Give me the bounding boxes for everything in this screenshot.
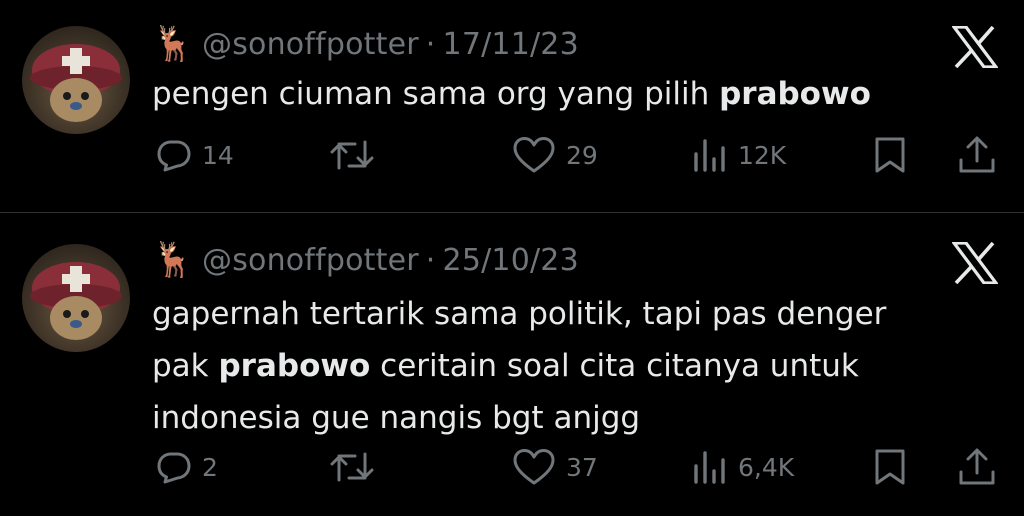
retweet-icon xyxy=(330,449,374,485)
retweet-button[interactable] xyxy=(330,445,384,489)
reply-count: 2 xyxy=(202,452,218,482)
share-icon xyxy=(958,136,996,174)
like-button[interactable]: 37 xyxy=(512,445,598,489)
bookmark-button[interactable] xyxy=(872,445,908,489)
share-button[interactable] xyxy=(958,445,996,489)
retweet-icon xyxy=(330,137,374,173)
tweet-text-part: pengen ciuman sama org yang pilih xyxy=(152,76,720,112)
avatar[interactable] xyxy=(22,26,130,134)
deer-emoji: 🦌 xyxy=(152,240,195,280)
action-bar: 14 29 12K xyxy=(0,133,1024,177)
tweet-date[interactable]: 17/11/23 xyxy=(443,27,579,62)
bookmark-icon xyxy=(872,136,908,174)
tweet-divider xyxy=(0,212,1024,213)
like-count: 37 xyxy=(566,452,598,482)
separator-dot: · xyxy=(425,26,436,62)
share-button[interactable] xyxy=(958,133,996,177)
tweet-header: 🦌 @sonoffpotter · 25/10/23 xyxy=(152,238,579,282)
action-bar: 2 37 6,4K xyxy=(0,445,1024,489)
views-button[interactable]: 6,4K xyxy=(692,445,794,489)
heart-icon xyxy=(512,136,556,174)
like-button[interactable]: 29 xyxy=(512,133,598,177)
reply-icon xyxy=(156,137,192,173)
views-icon xyxy=(692,449,728,485)
tweet-text-highlight: prabowo xyxy=(719,76,871,112)
deer-emoji: 🦌 xyxy=(152,24,195,64)
tweet-date[interactable]: 25/10/23 xyxy=(443,243,579,278)
reply-count: 14 xyxy=(202,140,234,170)
tweet-text: gapernah tertarik sama politik, tapi pas… xyxy=(152,288,952,444)
tweet-text-highlight: prabowo xyxy=(218,348,371,384)
views-icon xyxy=(692,137,728,173)
user-handle[interactable]: @sonoffpotter xyxy=(202,27,419,62)
tweet-header: 🦌 @sonoffpotter · 17/11/23 xyxy=(152,22,579,66)
share-icon xyxy=(958,448,996,486)
views-button[interactable]: 12K xyxy=(692,133,786,177)
avatar[interactable] xyxy=(22,244,130,352)
retweet-button[interactable] xyxy=(330,133,384,177)
x-logo-icon xyxy=(950,241,1000,285)
reply-icon xyxy=(156,449,192,485)
tweet-text: pengen ciuman sama org yang pilih prabow… xyxy=(152,68,952,120)
reply-button[interactable]: 2 xyxy=(156,445,218,489)
separator-dot: · xyxy=(425,242,436,278)
views-count: 12K xyxy=(738,140,787,170)
bookmark-button[interactable] xyxy=(872,133,908,177)
like-count: 29 xyxy=(566,140,598,170)
bookmark-icon xyxy=(872,448,908,486)
x-logo-icon xyxy=(950,25,1000,69)
heart-icon xyxy=(512,448,556,486)
reply-button[interactable]: 14 xyxy=(156,133,234,177)
tweet[interactable]: 🦌 @sonoffpotter · 17/11/23 pengen ciuman… xyxy=(0,0,1024,212)
user-handle[interactable]: @sonoffpotter xyxy=(202,243,419,278)
views-count: 6,4K xyxy=(738,452,795,482)
tweet[interactable]: 🦌 @sonoffpotter · 25/10/23 gapernah tert… xyxy=(0,214,1024,516)
